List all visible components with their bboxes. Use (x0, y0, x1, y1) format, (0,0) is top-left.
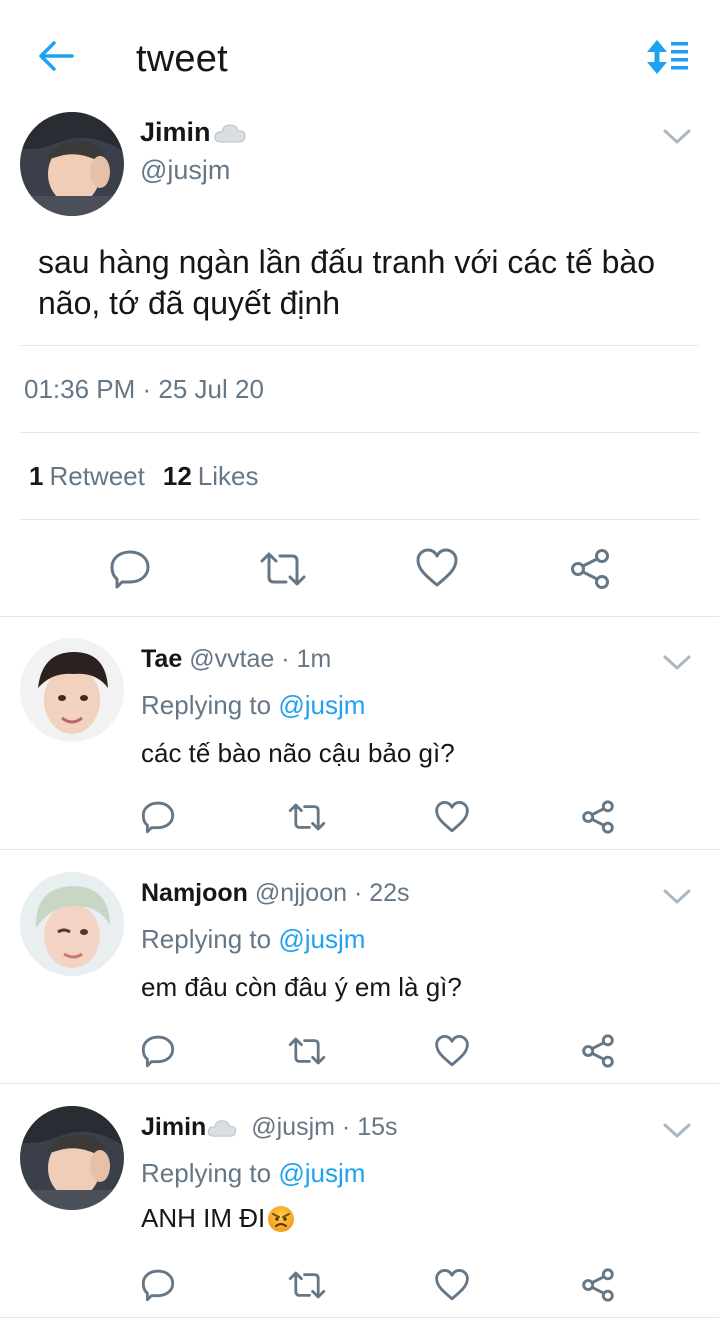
retweet-button[interactable] (286, 797, 328, 837)
tweet-author-handle[interactable]: @jusjm (140, 155, 230, 186)
reply-header: Namjoon @njjoon · 22s (141, 879, 410, 908)
like-button[interactable] (432, 797, 472, 837)
avatar[interactable] (20, 1106, 124, 1210)
share-icon (571, 549, 609, 589)
share-button[interactable] (578, 797, 618, 837)
reply-menu-button[interactable] (659, 1118, 695, 1142)
top-bar: tweet (0, 0, 719, 110)
divider (20, 345, 699, 346)
retweet-icon (260, 552, 306, 586)
cloud-emoji (213, 123, 246, 142)
chevron-down-icon (663, 889, 691, 904)
reply-time: · 22s (353, 879, 410, 907)
reply-author-name[interactable]: Jimin (141, 1113, 206, 1141)
like-count-value: 12 (162, 461, 192, 491)
replying-to: Replying to @jusjm (141, 924, 365, 955)
replying-to-mention[interactable]: @jusjm (278, 690, 365, 720)
share-button[interactable] (566, 545, 614, 593)
reply-author-handle[interactable]: @njjoon (255, 879, 347, 907)
reply-menu-button[interactable] (659, 884, 695, 908)
reply-icon (110, 550, 150, 589)
back-button[interactable] (34, 36, 78, 76)
share-icon (582, 1268, 614, 1302)
divider (0, 1317, 719, 1318)
chevron-down-icon (663, 655, 691, 670)
like-button[interactable] (414, 545, 460, 591)
retweet-count-label: Retweet (49, 461, 145, 491)
reply-text: ANH IM ĐI (141, 1203, 295, 1234)
chevron-down-icon (663, 1123, 691, 1138)
reply-header: Tae @vvtae · 1m (141, 645, 331, 674)
retweet-icon (288, 1037, 326, 1065)
reply-text: các tế bào não cậu bảo gì? (141, 738, 455, 768)
avatar[interactable] (20, 872, 124, 976)
reply-author-name[interactable]: Namjoon (141, 879, 248, 907)
replying-to-label: Replying to (141, 924, 272, 954)
divider (0, 616, 719, 617)
reply-header: Jimin @jusjm · 15s (141, 1113, 398, 1142)
heart-icon (435, 801, 469, 833)
reply-time: · 15s (341, 1113, 398, 1141)
share-button[interactable] (578, 1265, 618, 1305)
like-button[interactable] (432, 1265, 472, 1305)
reply-author-name[interactable]: Tae (141, 645, 182, 673)
reply-time: · 1m (281, 645, 332, 673)
sort-toggle-icon (647, 40, 688, 74)
tweet-timestamp: 01:36 PM · 25 Jul 20 (24, 374, 264, 404)
retweet-icon (288, 1271, 326, 1299)
replying-to: Replying to @jusjm (141, 1158, 365, 1189)
tweet-text: sau hàng ngàn lần đấu tranh với các tế b… (38, 244, 655, 321)
like-button[interactable] (432, 1031, 472, 1071)
sort-button[interactable] (644, 38, 692, 76)
cloud-emoji (208, 1120, 237, 1138)
reply-button[interactable] (106, 545, 154, 593)
like-count-label: Likes (197, 461, 259, 491)
retweet-button[interactable] (286, 1031, 328, 1071)
divider (20, 519, 699, 520)
share-button[interactable] (578, 1031, 618, 1071)
reply-button[interactable] (138, 1265, 178, 1305)
reply-text: em đâu còn đâu ý em là gì? (141, 972, 462, 1002)
reply-author-handle[interactable]: @vvtae (189, 645, 274, 673)
reply-author-handle[interactable]: @jusjm (251, 1113, 335, 1141)
heart-icon (435, 1269, 469, 1301)
retweet-count-value: 1 (29, 461, 44, 491)
replying-to-label: Replying to (141, 690, 272, 720)
heart-icon (416, 548, 458, 587)
reply-icon (141, 801, 175, 834)
angry-face-emoji (268, 1205, 295, 1232)
reply-menu-button[interactable] (659, 650, 695, 674)
divider (0, 1083, 719, 1084)
reply-text-content: ANH IM ĐI (141, 1203, 266, 1233)
tweet-author-name[interactable]: Jimin (140, 117, 247, 148)
retweet-button[interactable] (286, 1265, 328, 1305)
share-icon (582, 1034, 614, 1068)
page-title: tweet (136, 38, 228, 80)
avatar[interactable] (20, 112, 124, 216)
replying-to-label: Replying to (141, 1158, 272, 1188)
divider (0, 849, 719, 850)
heart-icon (435, 1035, 469, 1067)
replying-to: Replying to @jusjm (141, 690, 365, 721)
tweet-author-name-text: Jimin (140, 117, 211, 147)
reply-icon (141, 1269, 175, 1302)
reply-button[interactable] (138, 1031, 178, 1071)
share-icon (582, 800, 614, 834)
arrow-left-icon (39, 41, 74, 71)
tweet-menu-button[interactable] (659, 124, 695, 148)
reply-button[interactable] (138, 797, 178, 837)
replying-to-mention[interactable]: @jusjm (278, 1158, 365, 1188)
like-count[interactable]: 12 Likes (163, 461, 259, 492)
tweet-stats: 1 Retweet 12 Likes (29, 461, 258, 492)
replying-to-mention[interactable]: @jusjm (278, 924, 365, 954)
divider (20, 432, 699, 433)
avatar[interactable] (20, 638, 124, 742)
chevron-down-icon (663, 129, 691, 144)
reply-icon (141, 1035, 175, 1068)
retweet-count[interactable]: 1 Retweet (29, 461, 145, 492)
retweet-icon (288, 803, 326, 831)
retweet-button[interactable] (258, 545, 308, 593)
